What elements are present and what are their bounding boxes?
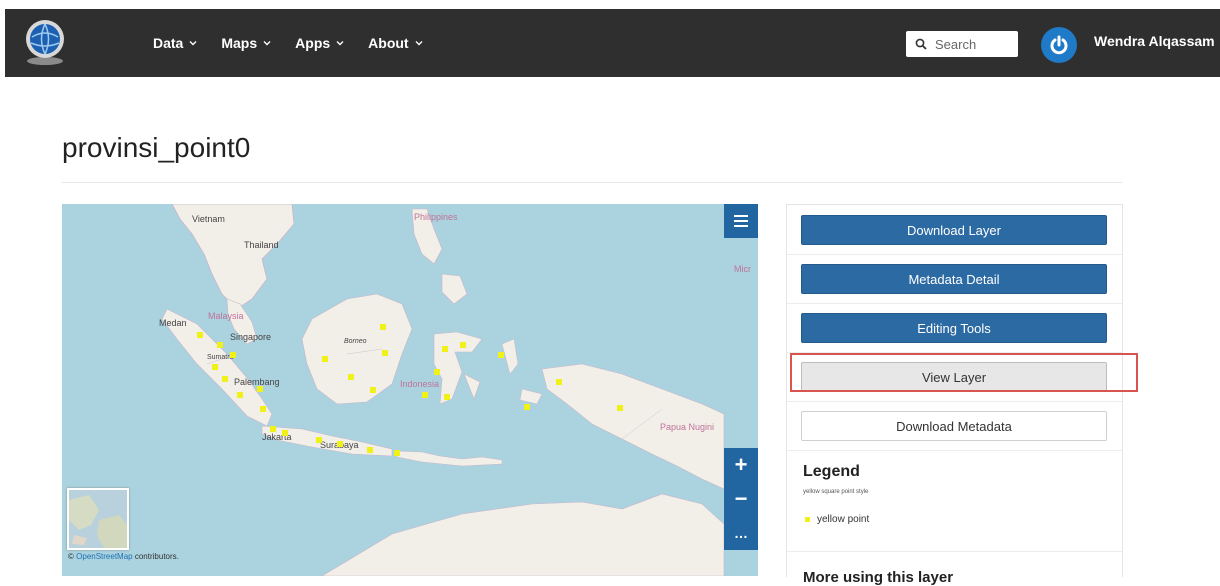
- data-point: [422, 392, 428, 398]
- download-metadata-button[interactable]: Download Metadata: [801, 411, 1107, 441]
- panel-divider: [787, 254, 1122, 255]
- data-point: [282, 430, 288, 436]
- nav-data[interactable]: Data: [153, 35, 197, 51]
- chevron-down-icon: [415, 41, 423, 46]
- user-name[interactable]: Wendra Alqassam: [1094, 33, 1215, 49]
- data-point: [434, 369, 440, 375]
- yellow-square-icon: [805, 517, 810, 522]
- data-point: [197, 332, 203, 338]
- data-point: [222, 376, 228, 382]
- minimap-thumbnail: [69, 490, 127, 548]
- data-point: [380, 324, 386, 330]
- zoom-out-button[interactable]: −: [724, 482, 758, 516]
- copyright-symbol: ©: [68, 552, 74, 561]
- chevron-down-icon: [263, 41, 271, 46]
- nav-apps[interactable]: Apps: [295, 35, 344, 51]
- data-point: [270, 426, 276, 432]
- view-layer-button[interactable]: View Layer: [801, 362, 1107, 392]
- data-point: [444, 394, 450, 400]
- power-icon: [1050, 35, 1068, 55]
- legend-item-label: yellow point: [817, 514, 870, 525]
- data-point: [230, 352, 236, 358]
- map-attribution: © OpenStreetMap contributors.: [68, 552, 179, 561]
- editing-tools-button[interactable]: Editing Tools: [801, 313, 1107, 343]
- panel-divider: [787, 401, 1122, 402]
- data-point: [217, 342, 223, 348]
- data-point: [382, 350, 388, 356]
- hamburger-menu-icon: [734, 215, 748, 227]
- osm-link[interactable]: OpenStreetMap: [76, 552, 132, 561]
- zoom-in-button[interactable]: +: [724, 448, 758, 482]
- data-point: [237, 392, 243, 398]
- nav-apps-label: Apps: [295, 35, 331, 51]
- panel-divider: [787, 450, 1122, 451]
- data-point: [367, 447, 373, 453]
- data-point: [460, 342, 466, 348]
- site-logo[interactable]: [22, 17, 68, 67]
- top-navigation-bar: Data Maps Apps About Wendra Alqassam: [5, 9, 1220, 77]
- data-point: [337, 441, 343, 447]
- panel-divider: [787, 551, 1122, 552]
- page-title: provinsi_point0: [62, 132, 251, 163]
- data-point: [316, 437, 322, 443]
- data-point: [348, 374, 354, 380]
- main-nav: Data Maps Apps About: [153, 9, 447, 77]
- nav-about-label: About: [368, 35, 409, 51]
- panel-divider: [787, 352, 1122, 353]
- attribution-suffix: contributors.: [134, 552, 179, 561]
- panel-divider: [787, 303, 1122, 304]
- points-layer: [197, 324, 623, 456]
- data-point: [370, 387, 376, 393]
- chevron-down-icon: [336, 41, 344, 46]
- layer-actions-panel: Download Layer Metadata Detail Editing T…: [786, 204, 1123, 586]
- data-point: [524, 404, 530, 410]
- data-point: [498, 352, 504, 358]
- chevron-down-icon: [189, 41, 197, 46]
- nav-maps[interactable]: Maps: [221, 35, 271, 51]
- more-tools-button[interactable]: …: [724, 516, 758, 550]
- nav-data-label: Data: [153, 35, 184, 51]
- overview-minimap[interactable]: [67, 488, 129, 550]
- more-using-layer-title: More using this layer: [803, 569, 954, 586]
- legend-subtitle: yellow square point style: [803, 489, 869, 495]
- nav-maps-label: Maps: [221, 35, 258, 51]
- legend-item: yellow point: [805, 514, 869, 525]
- search-icon: [915, 38, 927, 50]
- data-point: [556, 379, 562, 385]
- metadata-detail-button[interactable]: Metadata Detail: [801, 264, 1107, 294]
- data-point: [322, 356, 328, 362]
- nav-about[interactable]: About: [368, 35, 423, 51]
- legend-title: Legend: [803, 463, 860, 480]
- search-box[interactable]: [906, 31, 1018, 57]
- download-layer-button[interactable]: Download Layer: [801, 215, 1107, 245]
- data-point: [617, 405, 623, 411]
- data-point: [212, 364, 218, 370]
- map-viewer[interactable]: Vietnam Thailand Philippines Micr Medan …: [62, 204, 758, 576]
- search-input[interactable]: [933, 35, 1017, 53]
- data-point: [394, 450, 400, 456]
- data-point: [260, 406, 266, 412]
- zoom-controls: + − …: [724, 448, 758, 550]
- title-divider: [62, 182, 1122, 183]
- user-avatar[interactable]: [1041, 27, 1077, 63]
- data-point: [442, 346, 448, 352]
- data-point: [257, 386, 263, 392]
- layer-switcher-button[interactable]: [724, 204, 758, 238]
